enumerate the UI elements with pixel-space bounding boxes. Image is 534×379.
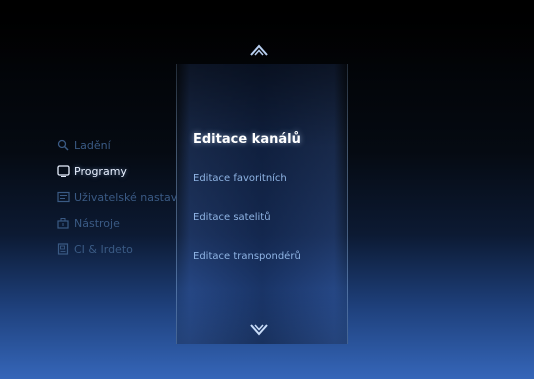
menu-item-programy[interactable]: Programy <box>56 158 186 184</box>
user-settings-icon <box>56 190 70 204</box>
scroll-down-button[interactable] <box>249 322 269 336</box>
main-menu: Ladění Programy Uživatelské nastav Nástr… <box>56 132 186 262</box>
scroll-up-button[interactable] <box>249 42 269 56</box>
menu-item-uzivatelske-nastaveni[interactable]: Uživatelské nastav <box>56 184 186 210</box>
chevron-down-icon <box>250 324 268 336</box>
submenu-item-editace-kanalu[interactable]: Editace kanálů <box>193 120 353 159</box>
menu-item-label: Uživatelské nastav <box>74 190 178 204</box>
submenu-item-editace-favoritnich[interactable]: Editace favoritních <box>193 159 353 198</box>
submenu: Editace kanálů Editace favoritních Edita… <box>193 120 353 276</box>
menu-item-label: Programy <box>74 164 127 178</box>
menu-item-label: Nástroje <box>74 216 120 230</box>
menu-item-nastroje[interactable]: Nástroje <box>56 210 186 236</box>
submenu-item-editace-transponderu[interactable]: Editace transpondérů <box>193 237 353 276</box>
top-shadow <box>0 0 534 70</box>
menu-item-label: Ladění <box>74 138 111 152</box>
submenu-item-editace-satelitu[interactable]: Editace satelitů <box>193 198 353 237</box>
toolbox-icon <box>56 216 70 230</box>
menu-item-label: CI & Irdeto <box>74 242 133 256</box>
tv-icon <box>56 164 70 178</box>
menu-item-ladeni[interactable]: Ladění <box>56 132 186 158</box>
card-icon <box>56 242 70 256</box>
search-icon <box>56 138 70 152</box>
chevron-up-icon <box>250 44 268 56</box>
menu-item-ci-irdeto[interactable]: CI & Irdeto <box>56 236 186 262</box>
